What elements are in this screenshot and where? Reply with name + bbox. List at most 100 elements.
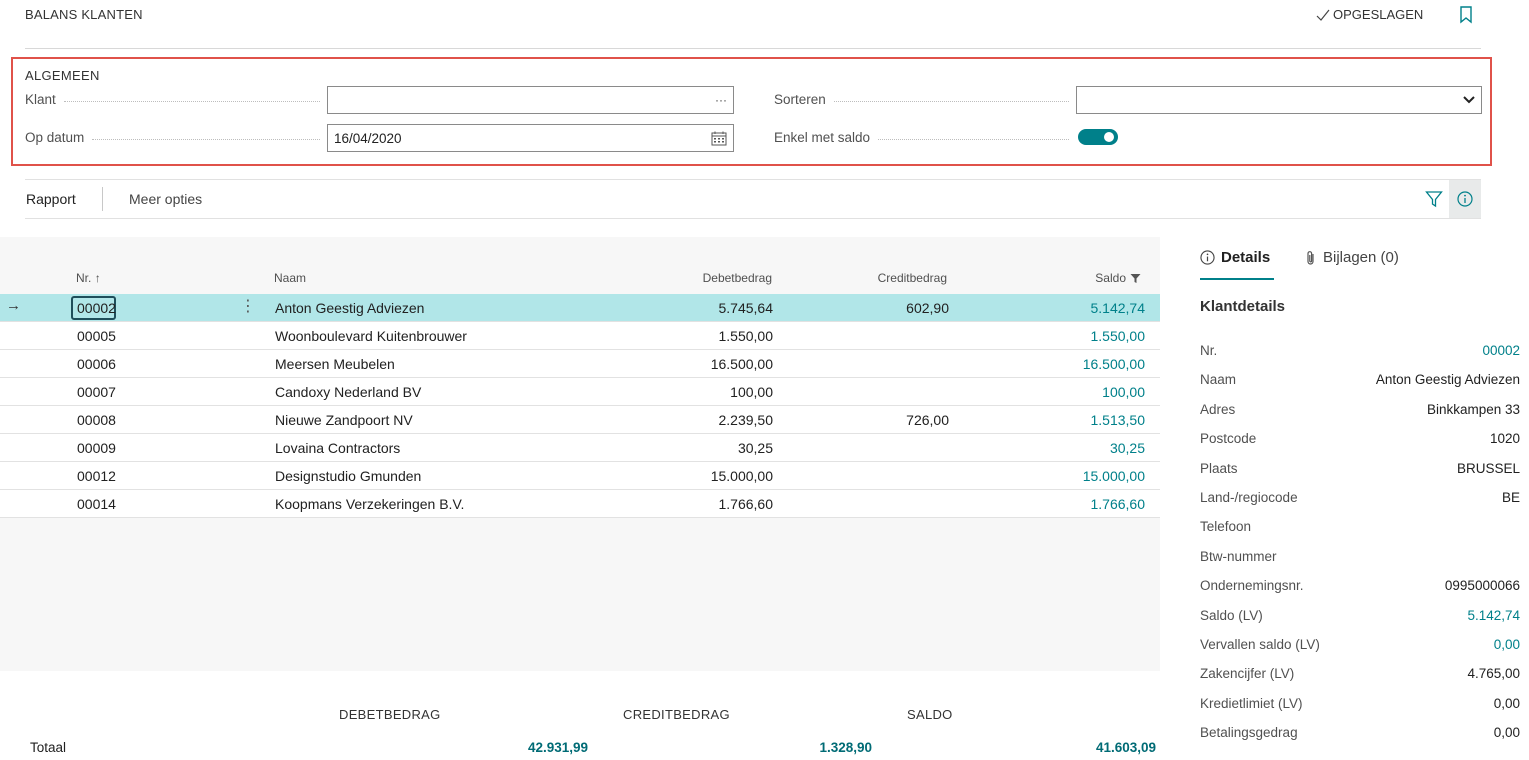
cell-nr[interactable]: 00008 xyxy=(77,412,116,428)
cell-nr[interactable]: 00014 xyxy=(77,496,116,512)
customer-input[interactable]: ··· xyxy=(327,86,734,114)
page-title: BALANS KLANTEN xyxy=(25,7,143,22)
cell-debit: 2.239,50 xyxy=(718,412,774,428)
col-header-debit[interactable]: Debetbedrag xyxy=(703,271,772,285)
table-row[interactable]: 00008 Nieuwe Zandpoort NV 2.239,50 726,00 1.… xyxy=(0,406,1160,434)
detail-label: Nr. xyxy=(1200,343,1218,358)
report-action[interactable]: Rapport xyxy=(26,191,76,207)
cell-name: Anton Geestig Adviezen xyxy=(275,300,425,316)
detail-value[interactable]: 00002 xyxy=(1482,343,1520,358)
cell-name: Designstudio Gmunden xyxy=(275,468,422,484)
filter-icon[interactable] xyxy=(1425,190,1443,208)
table-row[interactable]: 00012 Designstudio Gmunden 15.000,00 15.000… xyxy=(0,462,1160,490)
table-row[interactable]: 00009 Lovaina Contractors 30,25 30,25 xyxy=(0,434,1160,462)
cell-name: Meersen Meubelen xyxy=(275,356,395,372)
row-menu-icon[interactable]: ⋮ xyxy=(240,296,256,316)
dotted-leader xyxy=(833,101,1069,102)
calendar-icon[interactable] xyxy=(711,131,727,146)
cell-name: Woonboulevard Kuitenbrouwer xyxy=(275,328,467,344)
detail-value: 1020 xyxy=(1489,431,1520,447)
totals-credit-value[interactable]: 1.328,90 xyxy=(819,740,872,755)
lookup-ellipsis-icon[interactable]: ··· xyxy=(715,93,727,107)
detail-label: Telefoon xyxy=(1200,519,1252,535)
table-row[interactable]: → ⋮ 00002 Anton Geestig Adviezen 5.745,64 602… xyxy=(0,294,1160,322)
chevron-down-icon xyxy=(1463,96,1475,104)
filter-active-icon xyxy=(1130,273,1141,283)
cell-nr[interactable]: 00005 xyxy=(77,328,116,344)
bookmark-icon[interactable] xyxy=(1459,6,1473,24)
detail-label: Land-/regiocode xyxy=(1200,490,1298,505)
cell-credit: 726,00 xyxy=(906,412,949,428)
more-options-action[interactable]: Meer opties xyxy=(129,191,202,207)
cell-balance[interactable]: 30,25 xyxy=(1110,440,1145,456)
col-header-nr[interactable]: Nr. ↑ xyxy=(76,271,101,285)
date-label-text: Op datum xyxy=(25,130,85,145)
actionbar-separator xyxy=(102,187,103,211)
detail-label: Postcode xyxy=(1200,431,1257,447)
cell-name: Koopmans Verzekeringen B.V. xyxy=(275,496,465,512)
cell-nr[interactable]: 00007 xyxy=(77,384,116,400)
tab-attachments[interactable]: Bijlagen (0) xyxy=(1305,249,1399,266)
table-row[interactable]: 00006 Meersen Meubelen 16.500,00 16.500,00 xyxy=(0,350,1160,378)
cell-balance[interactable]: 1.766,60 xyxy=(1091,496,1146,512)
detail-value: 0995000066 xyxy=(1444,578,1520,594)
col-header-balance-label: Saldo xyxy=(1095,271,1126,285)
cell-nr[interactable]: 00009 xyxy=(77,440,116,456)
cell-nr[interactable]: 00006 xyxy=(77,356,116,372)
saved-status: OPGESLAGEN xyxy=(1316,7,1423,22)
table-row[interactable]: 00014 Koopmans Verzekeringen B.V. 1.766,60… xyxy=(0,490,1160,518)
header-divider xyxy=(25,48,1481,49)
detail-value[interactable]: 0,00 xyxy=(1494,637,1520,652)
tab-attachments-label: Bijlagen (0) xyxy=(1323,249,1399,266)
general-section-title[interactable]: ALGEMEEN xyxy=(25,68,100,83)
sort-select[interactable] xyxy=(1076,86,1482,114)
detail-value: BE xyxy=(1501,490,1520,505)
table-row[interactable]: 00007 Candoxy Nederland BV 100,00 100,00 xyxy=(0,378,1160,406)
table-row[interactable]: 00005 Woonboulevard Kuitenbrouwer 1.550,00… xyxy=(0,322,1160,350)
cell-nr[interactable]: 00012 xyxy=(77,468,116,484)
cell-balance[interactable]: 15.000,00 xyxy=(1083,468,1145,484)
customer-label: Klant xyxy=(25,92,320,107)
cell-debit: 100,00 xyxy=(730,384,773,400)
detail-value[interactable]: 5.142,74 xyxy=(1467,608,1520,623)
detail-label: Betalingsgedrag xyxy=(1200,725,1298,741)
dotted-leader xyxy=(878,139,1069,140)
saved-label: OPGESLAGEN xyxy=(1333,7,1424,22)
totals-debit-value[interactable]: 42.931,99 xyxy=(528,740,588,755)
active-tab-indicator xyxy=(1200,278,1274,280)
col-header-name[interactable]: Naam xyxy=(274,271,306,285)
customer-details-title: Klantdetails xyxy=(1200,298,1286,315)
detail-value: 0,00 xyxy=(1493,725,1520,741)
selected-row-arrow-icon: → xyxy=(6,297,21,314)
col-header-balance[interactable]: Saldo xyxy=(1095,271,1141,285)
cell-nr[interactable]: 00002 xyxy=(77,300,116,316)
detail-value: 0,00 xyxy=(1493,695,1520,711)
detail-label: Saldo (LV) xyxy=(1200,607,1263,623)
tab-details[interactable]: Details xyxy=(1200,249,1270,266)
date-value: 16/04/2020 xyxy=(334,130,402,146)
col-header-credit[interactable]: Creditbedrag xyxy=(878,271,947,285)
totals-balance-header: SALDO xyxy=(907,707,953,722)
date-input[interactable]: 16/04/2020 xyxy=(327,124,734,152)
cell-balance[interactable]: 1.513,50 xyxy=(1091,412,1146,428)
detail-label: Vervallen saldo (LV) xyxy=(1200,637,1320,652)
only-balance-toggle[interactable] xyxy=(1078,129,1118,145)
info-pane-toggle[interactable] xyxy=(1449,180,1481,218)
checkmark-icon xyxy=(1316,9,1330,21)
sort-label: Sorteren xyxy=(774,92,1069,107)
cell-debit: 30,25 xyxy=(737,440,773,456)
cell-name: Candoxy Nederland BV xyxy=(275,384,422,400)
totals-debit-header: DEBETBEDRAG xyxy=(339,707,441,722)
only-balance-label: Enkel met saldo xyxy=(774,130,1069,145)
cell-balance[interactable]: 1.550,00 xyxy=(1091,328,1146,344)
cell-name: Nieuwe Zandpoort NV xyxy=(275,412,413,428)
detail-label: Adres xyxy=(1200,401,1236,417)
cell-balance[interactable]: 5.142,74 xyxy=(1091,300,1146,316)
cell-debit: 1.766,60 xyxy=(718,496,774,512)
only-balance-label-text: Enkel met saldo xyxy=(774,130,871,145)
totals-balance-value[interactable]: 41.603,09 xyxy=(1096,740,1156,755)
dotted-leader xyxy=(63,101,320,102)
cell-balance[interactable]: 16.500,00 xyxy=(1083,356,1145,372)
cell-balance[interactable]: 100,00 xyxy=(1102,384,1145,400)
cell-debit: 1.550,00 xyxy=(718,328,774,344)
